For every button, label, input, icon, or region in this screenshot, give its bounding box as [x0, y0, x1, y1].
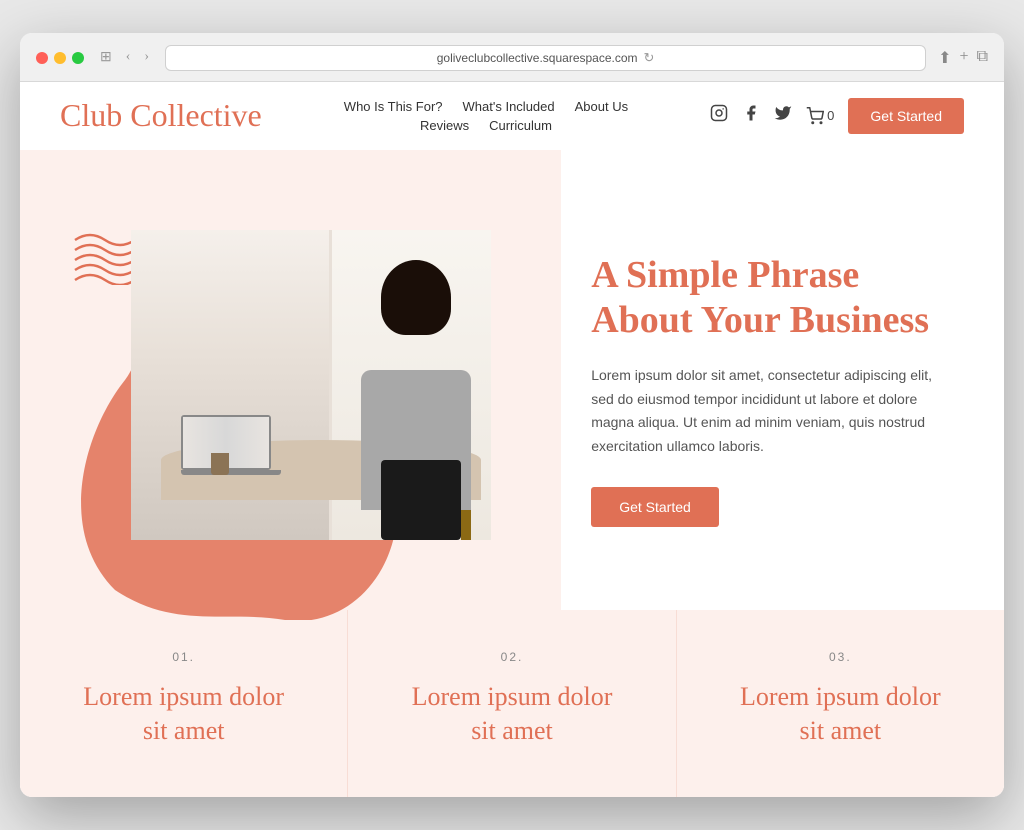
nav-row-1: Who Is This For? What's Included About U… — [344, 99, 628, 114]
share-icon[interactable]: ⬆ — [938, 48, 951, 68]
feature-col-2: 02. Lorem ipsum dolor sit amet — [348, 610, 676, 798]
nav-whats-included[interactable]: What's Included — [463, 99, 555, 114]
sidebar-toggle-icon[interactable]: ⊞ — [96, 47, 116, 68]
feature-1-number: 01. — [60, 650, 307, 664]
hero-photo — [131, 230, 491, 540]
site-logo: Club Collective — [60, 98, 262, 133]
feature-2-number: 02. — [388, 650, 635, 664]
nav-right: 0 Get Started — [710, 98, 964, 134]
nav-curriculum[interactable]: Curriculum — [489, 118, 552, 133]
main-nav: Who Is This For? What's Included About U… — [344, 99, 628, 133]
back-icon[interactable]: ‹ — [122, 47, 135, 68]
browser-window: ⊞ ‹ › goliveclubcollective.squarespace.c… — [20, 33, 1004, 798]
features-section: 01. Lorem ipsum dolor sit amet 02. Lorem… — [20, 610, 1004, 798]
close-button[interactable] — [36, 52, 48, 64]
twitter-icon[interactable] — [774, 104, 792, 127]
nav-reviews[interactable]: Reviews — [420, 118, 469, 133]
hero-body-text: Lorem ipsum dolor sit amet, consectetur … — [591, 364, 954, 459]
website-content: Club Collective Who Is This For? What's … — [20, 82, 1004, 798]
minimize-button[interactable] — [54, 52, 66, 64]
feature-col-1: 01. Lorem ipsum dolor sit amet — [20, 610, 348, 798]
browser-chrome: ⊞ ‹ › goliveclubcollective.squarespace.c… — [20, 33, 1004, 82]
new-tab-icon[interactable]: + — [960, 48, 969, 68]
hero-heading: A Simple Phrase About Your Business — [591, 253, 954, 344]
feature-3-number: 03. — [717, 650, 964, 664]
nav-about-us[interactable]: About Us — [575, 99, 628, 114]
feature-col-3: 03. Lorem ipsum dolor sit amet — [677, 610, 1004, 798]
nav-who-is-this-for[interactable]: Who Is This For? — [344, 99, 443, 114]
reload-icon[interactable]: ↻ — [644, 50, 655, 66]
hero-left — [20, 150, 561, 610]
feature-2-title: Lorem ipsum dolor sit amet — [388, 680, 635, 748]
site-header: Club Collective Who Is This For? What's … — [20, 82, 1004, 150]
hero-section: A Simple Phrase About Your Business Lore… — [20, 150, 1004, 610]
traffic-lights — [36, 52, 84, 64]
browser-actions: ⬆ + ⧉ — [938, 48, 988, 68]
facebook-icon[interactable] — [742, 104, 760, 127]
cart-count: 0 — [827, 108, 834, 123]
tabs-icon[interactable]: ⧉ — [977, 48, 988, 68]
cart-icon[interactable]: 0 — [806, 107, 834, 125]
browser-controls: ⊞ ‹ › — [96, 47, 153, 68]
forward-icon[interactable]: › — [140, 47, 153, 68]
url-text: goliveclubcollective.squarespace.com — [437, 51, 638, 65]
nav-row-2: Reviews Curriculum — [420, 118, 552, 133]
address-bar[interactable]: goliveclubcollective.squarespace.com ↻ — [165, 45, 926, 71]
hero-right: A Simple Phrase About Your Business Lore… — [561, 150, 1004, 610]
hero-cta-button[interactable]: Get Started — [591, 487, 719, 527]
header-get-started-button[interactable]: Get Started — [848, 98, 964, 134]
feature-3-title: Lorem ipsum dolor sit amet — [717, 680, 964, 748]
feature-1-title: Lorem ipsum dolor sit amet — [60, 680, 307, 748]
instagram-icon[interactable] — [710, 104, 728, 127]
maximize-button[interactable] — [72, 52, 84, 64]
